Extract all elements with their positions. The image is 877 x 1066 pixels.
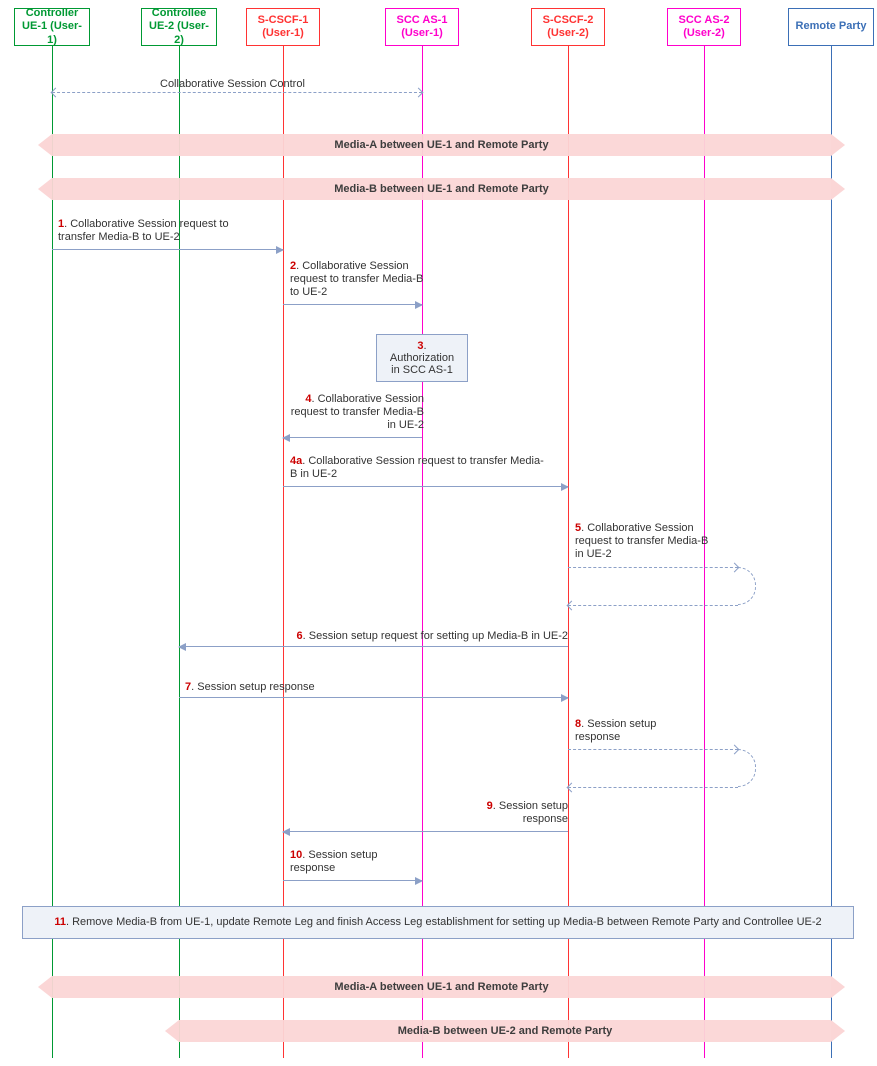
arrow-2 xyxy=(283,304,422,305)
media-a-bot-larrow xyxy=(38,976,52,998)
actor-scscf2: S-CSCF-2 (User-2) xyxy=(531,8,605,46)
note-11: 11. Remove Media-B from UE-1, update Rem… xyxy=(22,906,854,939)
media-a-bot-rarrow xyxy=(831,976,845,998)
arrow-8-out xyxy=(568,749,738,750)
arrow-1 xyxy=(52,249,283,250)
media-a-top-rarrow xyxy=(831,134,845,156)
media-a-bot-label: Media-A between UE-1 and Remote Party xyxy=(52,976,831,998)
media-b-bot-larrow xyxy=(165,1020,179,1042)
msg-9: 9. Session setup response xyxy=(478,800,568,826)
media-a-bot: Media-A between UE-1 and Remote Party xyxy=(52,976,831,998)
msg-8: 8. Session setup response xyxy=(575,718,695,744)
media-b-top-larrow xyxy=(38,178,52,200)
msg-10: 10. Session setup response xyxy=(290,849,410,875)
label-collab-control: Collaborative Session Control xyxy=(160,78,305,91)
actor-sccas2: SCC AS-2 (User-2) xyxy=(667,8,741,46)
actor-ue2: Controllee UE-2 (User-2) xyxy=(141,8,217,46)
arrow-5-back xyxy=(568,605,738,606)
media-b-bot: Media-B between UE-2 and Remote Party xyxy=(179,1020,831,1042)
arrow-8-arc xyxy=(738,749,756,787)
actor-remote: Remote Party xyxy=(788,8,874,46)
arrow-8-back xyxy=(568,787,738,788)
msg-5: 5. Collaborative Session request to tran… xyxy=(575,522,710,562)
sequence-diagram: Controller UE-1 (User-1) Controllee UE-2… xyxy=(0,0,877,1066)
arrow-10 xyxy=(283,880,422,881)
actor-ue1: Controller UE-1 (User-1) xyxy=(14,8,90,46)
arrow-9 xyxy=(283,831,568,832)
note-3: 3. Authorization in SCC AS-1 xyxy=(376,334,468,382)
arrow-5-arc xyxy=(738,567,756,605)
media-b-bot-rarrow xyxy=(831,1020,845,1042)
msg-4: 4. Collaborative Session request to tran… xyxy=(289,393,424,433)
msg-4a: 4a. Collaborative Session request to tra… xyxy=(290,455,550,481)
arrow-4 xyxy=(283,437,422,438)
media-a-top-label: Media-A between UE-1 and Remote Party xyxy=(52,134,831,156)
media-a-top-larrow xyxy=(38,134,52,156)
media-b-top: Media-B between UE-1 and Remote Party xyxy=(52,178,831,200)
arrow-4a xyxy=(283,486,568,487)
media-b-top-label: Media-B between UE-1 and Remote Party xyxy=(52,178,831,200)
msg-6: 6. Session setup request for setting up … xyxy=(258,630,568,643)
msg-2: 2. Collaborative Session request to tran… xyxy=(290,260,425,300)
msg-1: 1. Collaborative Session request to tran… xyxy=(58,218,258,244)
arrow-6 xyxy=(179,646,568,647)
media-a-top: Media-A between UE-1 and Remote Party xyxy=(52,134,831,156)
media-b-top-rarrow xyxy=(831,178,845,200)
arrow-7 xyxy=(179,697,568,698)
actor-sccas1: SCC AS-1 (User-1) xyxy=(385,8,459,46)
actor-scscf1: S-CSCF-1 (User-1) xyxy=(246,8,320,46)
media-b-bot-label: Media-B between UE-2 and Remote Party xyxy=(179,1020,831,1042)
msg-7: 7. Session setup response xyxy=(185,681,315,694)
arrow-collab-control xyxy=(52,92,422,93)
arrow-5-out xyxy=(568,567,738,568)
